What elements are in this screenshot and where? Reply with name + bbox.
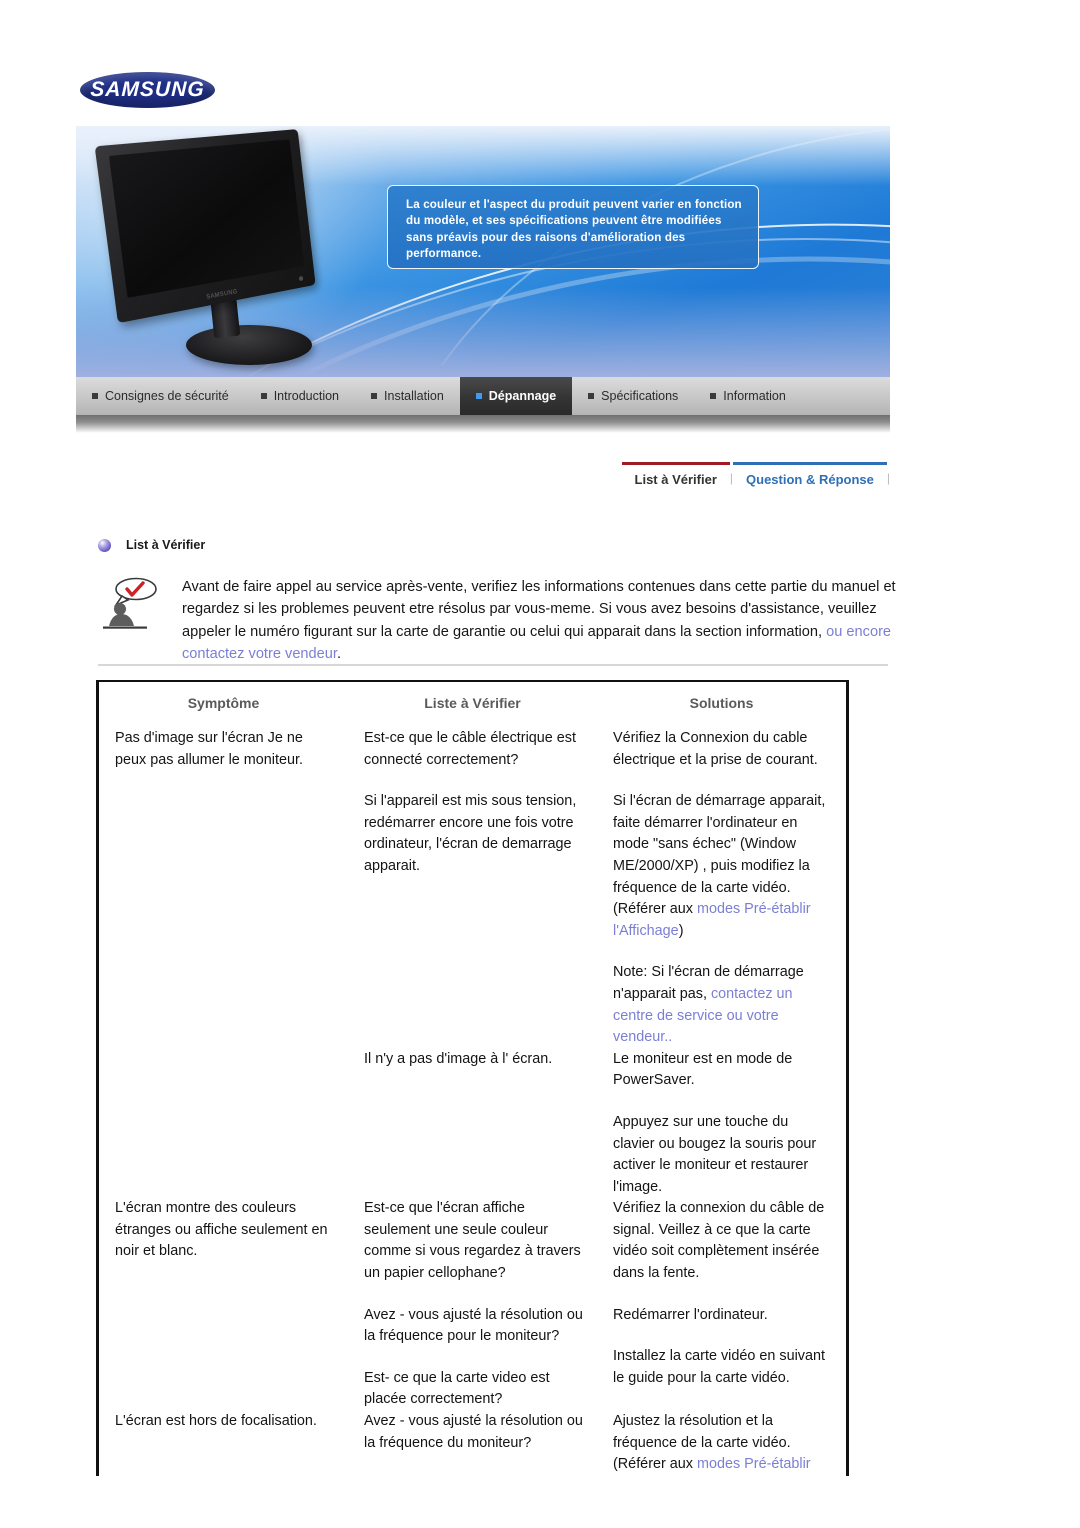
cell-symptom: L'écran montre des couleurs étranges ou … [99,1198,348,1411]
cell-symptom: Pas d'image sur l'écran Je ne peux pas a… [99,728,348,1049]
solution-text: Installez la carte vidéo en suivant le g… [613,1348,825,1386]
checklist-table-wrapper: Symptôme Liste à Vérifier Solutions Pas … [96,680,849,1476]
main-navigation-bar[interactable]: Consignes de sécurité Introduction Insta… [76,377,890,415]
column-header-solutions: Solutions [689,695,754,711]
logo-wordmark: SAMSUNG [89,78,206,101]
nav-label: Dépannage [488,389,557,403]
checklist-table: Symptôme Liste à Vérifier Solutions Pas … [99,682,846,1476]
cell-checklist: Est-ce que le câble électrique est conne… [348,728,597,1049]
check-text: Avez - vous ajusté la résolution ou la f… [364,1413,583,1451]
table-row: L'écran montre des couleurs étranges ou … [99,1198,846,1411]
square-bullet-icon [92,393,98,399]
symptom-text: L'écran est hors de focalisation. [115,1413,317,1430]
column-header-checklist: Liste à Vérifier [424,695,521,711]
solution-text: Redémarrer l'ordinateur. [613,1306,768,1323]
intro-text-part2: . [336,646,342,663]
solution-note-with-link: Note: Si l'écran de démarrage n'apparait… [613,962,832,1048]
check-text: Avez - vous ajusté la résolution ou la f… [364,1306,583,1345]
check-text: Est- ce que la carte video est placée co… [364,1369,550,1408]
cell-checklist: Est-ce que l'écran affiche seulement une… [348,1198,597,1411]
cell-solutions: Vérifiez la Connexion du cable électriqu… [597,728,846,1049]
monitor-product-image: SAMSUNG [94,129,350,371]
check-text: Est-ce que l'écran affiche seulement une… [364,1200,581,1282]
nav-label: Installation [384,389,444,403]
nav-label: Consignes de sécurité [105,389,229,403]
square-bullet-icon [371,393,378,399]
orb-bullet-icon [98,538,111,552]
table-body: Pas d'image sur l'écran Je ne peux pas a… [99,728,846,1476]
section-heading-label: List à Vérifier [126,538,206,552]
square-bullet-icon [260,393,267,399]
nav-item-introduction[interactable]: Introduction [245,377,355,415]
nav-item-installation[interactable]: Installation [355,377,460,415]
monitor-base [186,325,312,365]
product-disclaimer-callout: La couleur et l'aspect du produit peuven… [387,185,759,269]
solution-text: Vérifiez la connexion du câble de signal… [613,1200,825,1282]
intro-paragraph: Avant de faire appel au service après-ve… [182,576,900,666]
nav-label: Introduction [273,389,340,403]
monitor-power-led [298,275,304,282]
check-text: Si l'appareil est mis sous tension, redé… [364,793,577,874]
section-heading: List à Vérifier [98,538,205,552]
cell-solutions: Ajustez la résolution et la fréquence de… [597,1411,846,1476]
navbar-drop-shadow [76,415,890,433]
monitor-brand-mark: SAMSUNG [206,289,238,301]
solution-text: Appuyez sur une touche du clavier ou bou… [613,1113,817,1195]
cell-solutions: Vérifiez la connexion du câble de signal… [597,1198,846,1411]
hero-banner: SAMSUNG La couleur et l'aspect du produi… [76,126,890,377]
nav-item-consignes-de-securite[interactable]: Consignes de sécurité [76,377,245,415]
solution-text-tail: ) [678,922,684,939]
table-row: Il n'y a pas d'image à l' écran. Le moni… [99,1049,846,1199]
subnav-tab-question-reponse[interactable]: Question & Réponse [733,462,887,489]
nav-label: Spécifications [601,389,679,403]
solution-text: Si l'écran de démarrage apparait, faite … [613,793,826,918]
solution-text: Vérifiez la Connexion du cable électriqu… [613,730,818,768]
table-head: Symptôme Liste à Vérifier Solutions [99,682,846,728]
solution-text: Le moniteur est en mode de PowerSaver. [613,1050,793,1089]
solution-text-with-link: Ajustez la résolution et la fréquence de… [613,1411,832,1476]
symptom-text: L'écran montre des couleurs étranges ou … [115,1200,328,1260]
nav-item-depannage[interactable]: Dépannage [459,377,573,415]
table-row: L'écran est hors de focalisation. Avez -… [99,1411,846,1476]
monitor-bezel: SAMSUNG [94,129,316,324]
square-bullet-icon [710,393,717,399]
person-with-checkmark-icon [100,576,164,636]
table-row: Pas d'image sur l'écran Je ne peux pas a… [99,728,846,1049]
cell-symptom: L'écran est hors de focalisation. [99,1411,348,1476]
intro-text-part1: Avant de faire appel au service après-ve… [182,579,896,640]
check-text: Est-ce que le câble électrique est conne… [364,730,576,768]
product-disclaimer-text: La couleur et l'aspect du produit peuven… [406,198,742,261]
intro-block: Avant de faire appel au service après-ve… [100,576,900,666]
samsung-logo: SAMSUNG [80,72,215,108]
nav-label: Information [723,389,786,403]
solution-text-with-link: Si l'écran de démarrage apparait, faite … [613,791,832,942]
solution-text-tail: .. [664,1029,673,1046]
nav-item-information[interactable]: Information [694,377,802,415]
nav-item-specifications[interactable]: Spécifications [572,377,694,415]
cell-symptom [99,1049,348,1199]
symptom-text: Pas d'image sur l'écran Je ne peux pas a… [115,730,303,768]
square-bullet-icon [588,393,595,399]
table-header-row: Symptôme Liste à Vérifier Solutions [99,682,846,728]
solution-link[interactable]: modes Pré-établir [697,1456,811,1472]
subnav-separator: | [886,471,890,485]
content-divider [98,664,888,666]
cell-checklist: Avez - vous ajusté la résolution ou la f… [348,1411,597,1476]
cell-checklist: Il n'y a pas d'image à l' écran. [348,1049,597,1199]
column-header-symptom: Symptôme [187,695,260,711]
subnav-tabs[interactable]: List à Vérifier | Question & Réponse | [621,462,890,489]
subnav-tab-list-a-verifier[interactable]: List à Vérifier [621,462,730,489]
cell-solutions: Le moniteur est en mode de PowerSaver. A… [597,1049,846,1199]
check-text: Il n'y a pas d'image à l' écran. [364,1050,553,1067]
square-bullet-icon-active [475,393,482,399]
monitor-screen [108,139,305,298]
